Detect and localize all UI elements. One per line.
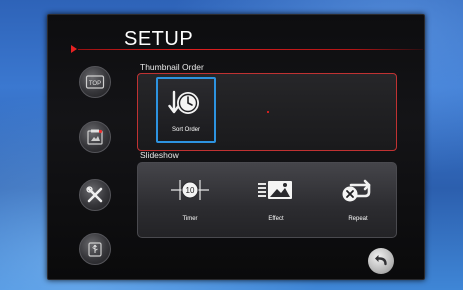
effect-icon xyxy=(258,181,292,199)
repeat-label: Repeat xyxy=(348,216,368,222)
svg-text:10: 10 xyxy=(186,186,195,195)
repeat-option[interactable]: Repeat xyxy=(328,177,388,222)
slideshow-panel: 10 Timer Effect Repeat xyxy=(137,162,397,238)
nav-photo-button[interactable] xyxy=(79,121,111,153)
effect-option[interactable]: Effect xyxy=(246,177,306,222)
page-title: SETUP xyxy=(124,28,194,50)
tools-icon xyxy=(86,186,103,203)
timer-option[interactable]: 10 Timer xyxy=(160,177,220,222)
top-icon: TOP xyxy=(85,75,105,89)
usb-icon xyxy=(88,242,102,257)
title-arrow-icon xyxy=(71,45,77,53)
effect-label: Effect xyxy=(268,216,284,222)
calendar-photo-icon xyxy=(87,129,103,145)
nav-tools-button[interactable] xyxy=(79,179,111,211)
sort-order-tile[interactable]: Sort Order xyxy=(156,77,216,143)
svg-text:TOP: TOP xyxy=(89,81,101,87)
back-arrow-icon xyxy=(375,255,387,266)
setup-screen: SETUP TOP Thumbnail Order Sort Order Sli… xyxy=(47,14,425,280)
back-button[interactable] xyxy=(368,248,394,274)
nav-top-button[interactable]: TOP xyxy=(79,66,111,98)
timer-label: Timer xyxy=(182,216,198,222)
slideshow-label: Slideshow xyxy=(140,150,179,160)
thumbnail-order-panel: Sort Order xyxy=(137,73,397,151)
sort-order-label: Sort Order xyxy=(171,127,200,133)
thumbnail-order-label: Thumbnail Order xyxy=(140,62,204,72)
timer-icon: 10 xyxy=(171,180,209,200)
sort-clock-icon xyxy=(168,90,199,114)
nav-usb-button[interactable] xyxy=(79,233,111,265)
panel-indicator-dot xyxy=(267,111,269,113)
repeat-icon xyxy=(342,179,371,202)
